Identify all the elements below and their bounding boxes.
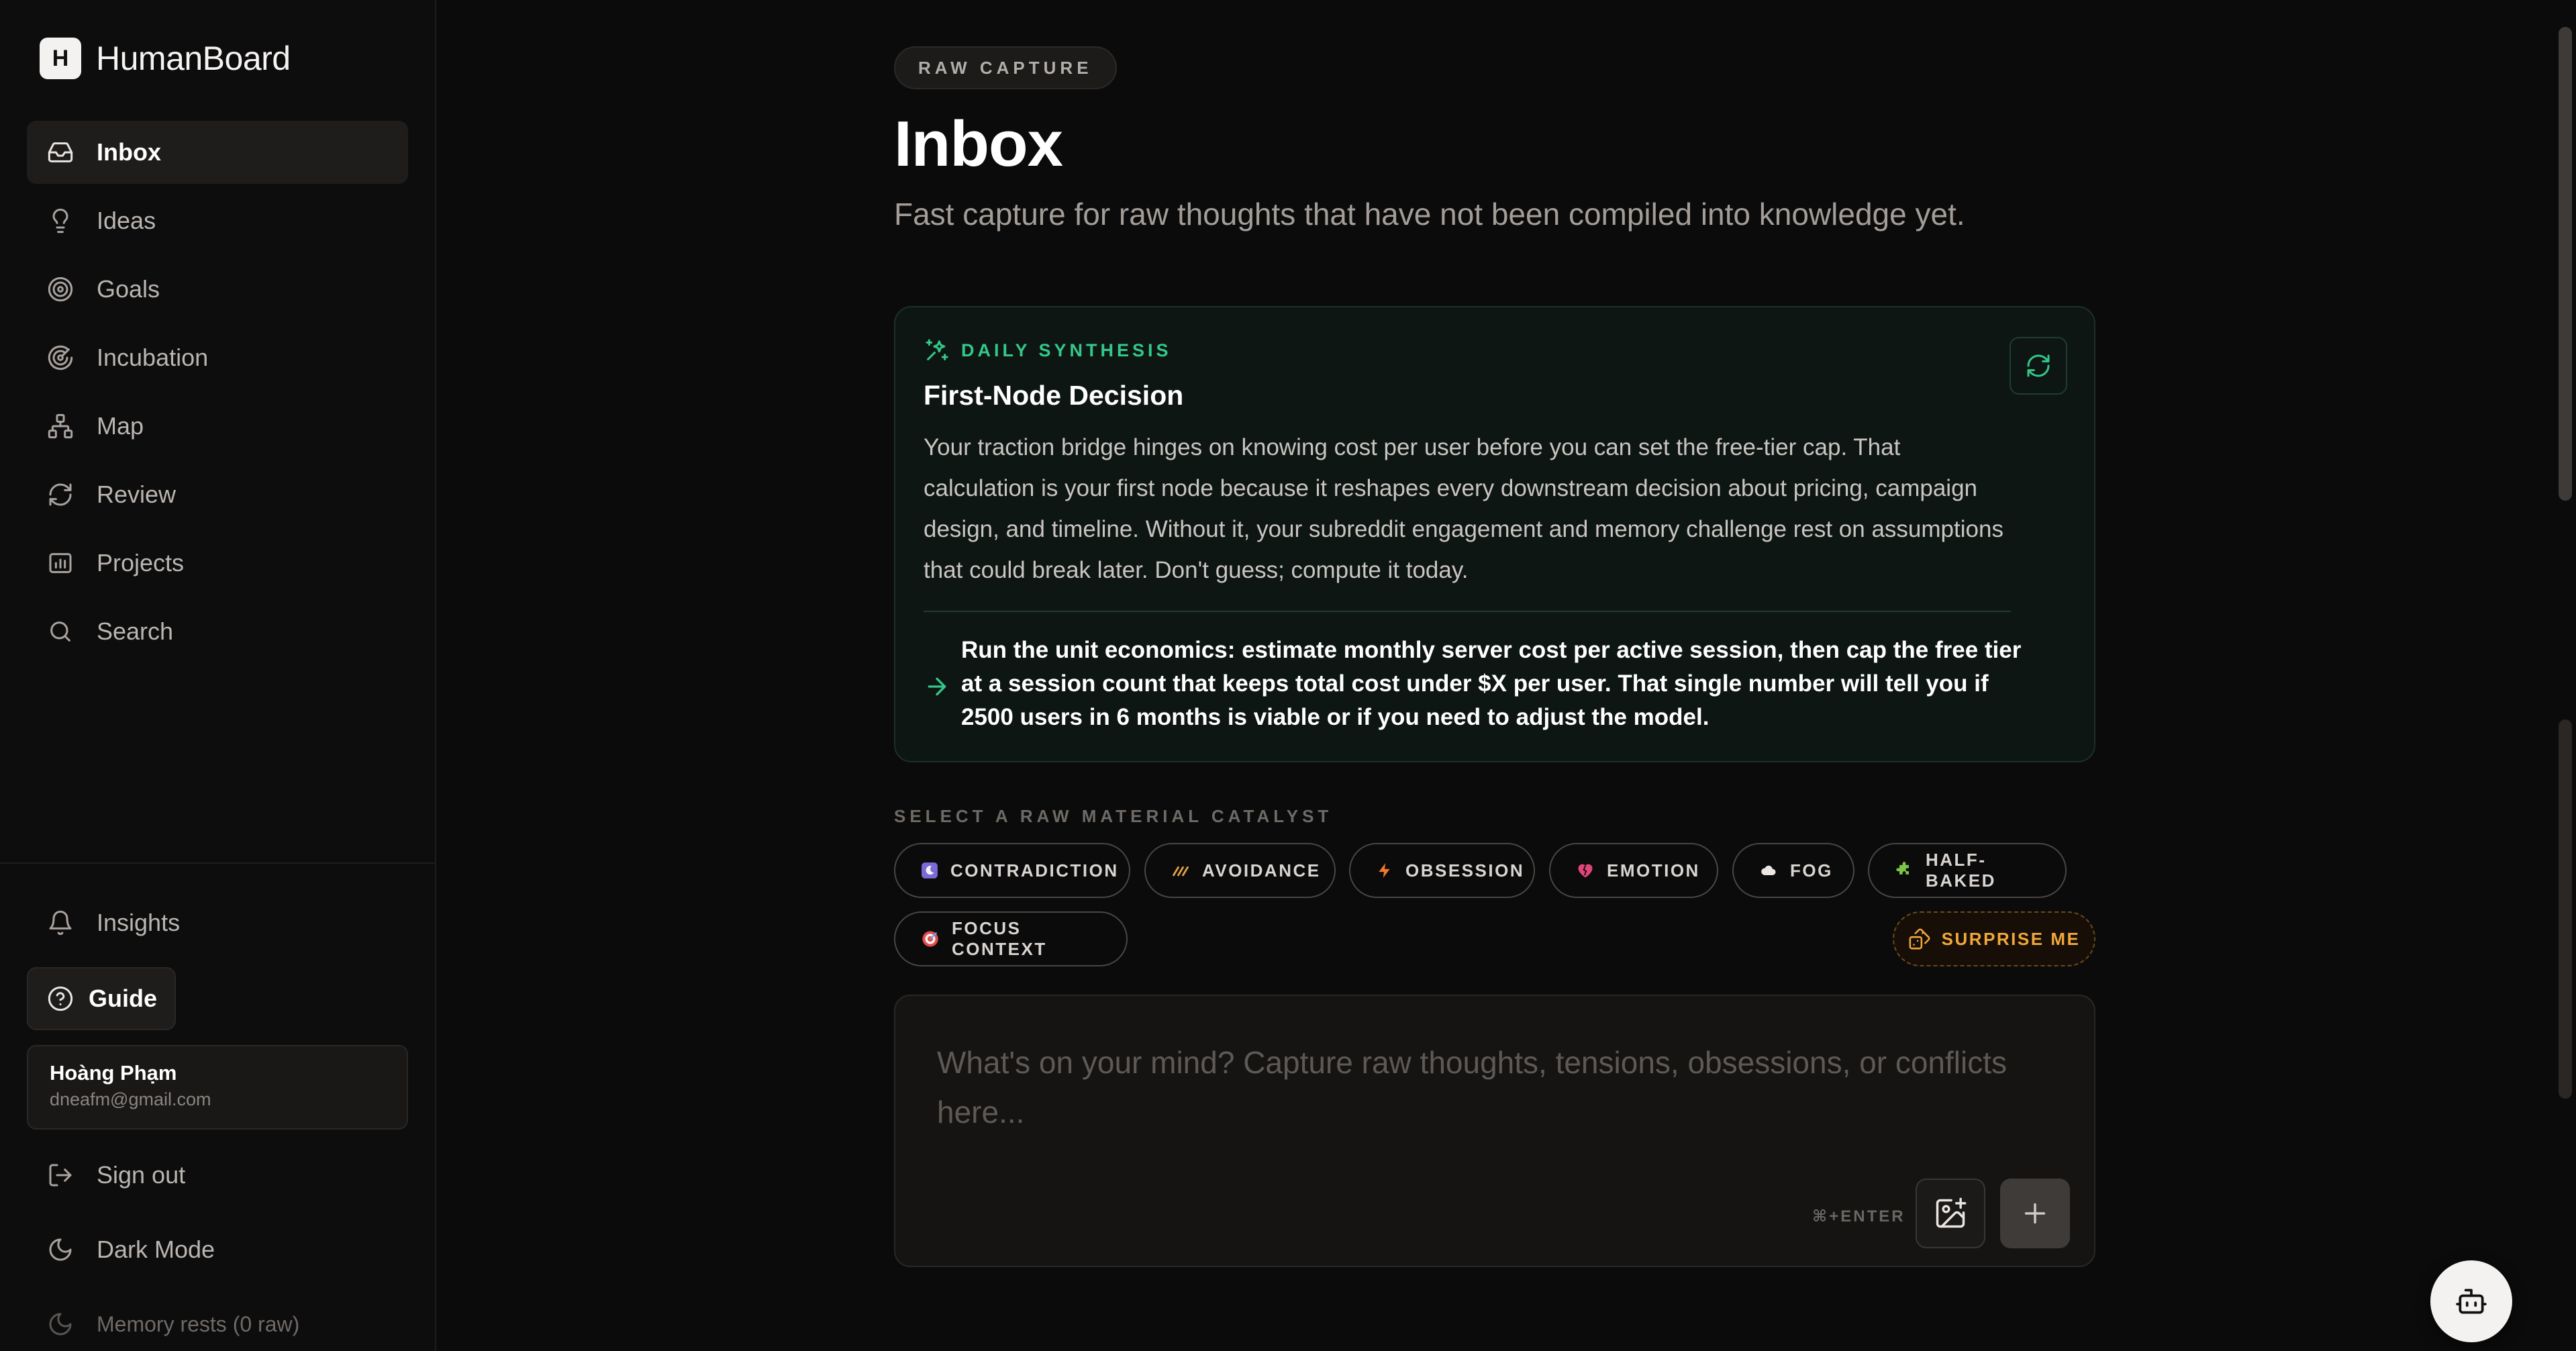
network-icon	[46, 411, 75, 441]
user-name: Hoàng Phạm	[50, 1061, 177, 1085]
assistant-bot-button[interactable]	[2430, 1260, 2512, 1342]
dice-icon	[1909, 928, 1930, 950]
cloud-icon	[1759, 860, 1778, 881]
surprise-me-button[interactable]: SURPRISE ME	[1893, 911, 2095, 966]
search-icon	[46, 617, 75, 646]
sidebar-item-insights[interactable]: Insights	[27, 891, 408, 954]
sidebar: H HumanBoard Inbox Ideas Goals Incubatio…	[0, 0, 436, 1351]
chip-label: FOCUS CONTEXT	[952, 918, 1047, 959]
bullseye-icon	[921, 929, 940, 949]
synthesis-header: DAILY SYNTHESIS	[924, 337, 1172, 364]
brand[interactable]: H HumanBoard	[40, 38, 291, 79]
sidebar-item-goals[interactable]: Goals	[27, 258, 408, 321]
chip-focus-context[interactable]: FOCUS CONTEXT	[894, 911, 1128, 966]
log-out-icon	[46, 1160, 75, 1190]
bot-icon	[2456, 1289, 2487, 1314]
sign-out-button[interactable]: Sign out	[27, 1144, 408, 1207]
synthesis-title: First-Node Decision	[924, 380, 1184, 411]
brand-name: HumanBoard	[96, 40, 291, 77]
folder-chart-icon	[46, 548, 75, 578]
sidebar-item-label: Inbox	[97, 138, 161, 166]
sidebar-item-ideas[interactable]: Ideas	[27, 189, 408, 252]
swerve-icon	[1171, 860, 1190, 881]
chip-contradiction[interactable]: CONTRADICTION	[894, 843, 1130, 898]
chip-label: CONTRADICTION	[950, 860, 1119, 881]
sidebar-item-label: Map	[97, 412, 144, 440]
user-email: dneafm@gmail.com	[50, 1089, 211, 1109]
sidebar-item-label: Goals	[97, 275, 160, 303]
sparkles-icon	[926, 339, 948, 360]
chip-half-baked[interactable]: HALF-BAKED	[1868, 843, 2067, 898]
sign-out-label: Sign out	[97, 1161, 186, 1189]
submit-shortcut-hint: ⌘+ENTER	[1812, 1207, 1905, 1225]
page-subtitle: Fast capture for raw thoughts that have …	[894, 197, 1965, 232]
bolt-icon	[1376, 860, 1393, 881]
sidebar-item-label: Search	[97, 617, 174, 645]
add-capture-button[interactable]	[2000, 1179, 2070, 1248]
lightbulb-icon	[46, 206, 75, 236]
sidebar-item-label: Review	[97, 481, 177, 508]
page-title: Inbox	[894, 108, 1063, 180]
chip-avoidance[interactable]: AVOIDANCE	[1144, 843, 1336, 898]
chip-label: EMOTION	[1607, 860, 1700, 881]
brand-logo: H	[40, 38, 81, 79]
capture-input[interactable]	[937, 1038, 2038, 1172]
attach-image-button[interactable]	[1916, 1179, 1985, 1248]
moon-icon	[921, 860, 938, 881]
memory-label: Memory rests (0 raw)	[97, 1311, 300, 1336]
refresh-synthesis-button[interactable]	[2010, 337, 2067, 395]
sidebar-item-inbox[interactable]: Inbox	[27, 121, 408, 184]
scrollbar-thumb[interactable]	[2559, 27, 2572, 501]
synthesis-label: DAILY SYNTHESIS	[961, 340, 1172, 360]
surprise-label: SURPRISE ME	[1941, 928, 2081, 949]
memory-status: Memory rests (0 raw)	[27, 1293, 408, 1351]
sidebar-item-label: Incubation	[97, 344, 209, 371]
sidebar-divider	[0, 862, 436, 864]
user-card[interactable]: Hoàng Phạm dneafm@gmail.com	[27, 1045, 408, 1130]
radar-icon	[46, 343, 75, 372]
insights-label: Insights	[97, 909, 181, 936]
chip-label: OBSESSION	[1405, 860, 1525, 881]
chip-emotion[interactable]: EMOTION	[1549, 843, 1718, 898]
sidebar-item-projects[interactable]: Projects	[27, 532, 408, 595]
scrollbar-thumb-secondary[interactable]	[2559, 719, 2572, 1099]
synthesis-divider	[924, 611, 2011, 612]
inbox-icon	[46, 138, 75, 167]
bell-icon	[46, 908, 75, 938]
chip-fog[interactable]: FOG	[1732, 843, 1854, 898]
chip-obsession[interactable]: OBSESSION	[1349, 843, 1535, 898]
sidebar-item-map[interactable]: Map	[27, 395, 408, 458]
sidebar-item-review[interactable]: Review	[27, 463, 408, 526]
chip-label: HALF-BAKED	[1926, 850, 1996, 891]
guide-label: Guide	[89, 985, 158, 1012]
sidebar-item-label: Ideas	[97, 207, 156, 234]
image-plus-icon	[1936, 1197, 1967, 1228]
arrow-right-icon	[928, 677, 946, 696]
refresh-icon	[46, 480, 75, 509]
synthesis-action-text: Run the unit economics: estimate monthly…	[961, 637, 2022, 730]
sidebar-item-incubation[interactable]: Incubation	[27, 326, 408, 389]
refresh-icon	[2027, 354, 2050, 377]
broken-heart-icon	[1576, 860, 1595, 881]
puzzle-icon	[1895, 860, 1914, 881]
sidebar-item-search[interactable]: Search	[27, 600, 408, 663]
target-icon	[46, 274, 75, 304]
guide-button[interactable]: Guide	[27, 967, 176, 1030]
dark-mode-label: Dark Mode	[97, 1236, 215, 1263]
daily-synthesis-card: DAILY SYNTHESIS First-Node Decision Your…	[894, 306, 2095, 762]
synthesis-body: Your traction bridge hinges on knowing c…	[924, 434, 2003, 583]
dark-mode-toggle[interactable]: Dark Mode	[27, 1218, 408, 1281]
chip-label: AVOIDANCE	[1202, 860, 1321, 881]
sidebar-item-label: Projects	[97, 549, 185, 577]
chip-label: FOG	[1790, 860, 1833, 881]
plus-icon	[2024, 1203, 2046, 1224]
moon-icon	[46, 1235, 75, 1264]
section-pill: RAW CAPTURE	[894, 46, 1117, 89]
synthesis-action: Run the unit economics: estimate monthly…	[924, 634, 2024, 734]
help-circle-icon	[48, 986, 73, 1011]
catalyst-label: SELECT A RAW MATERIAL CATALYST	[894, 806, 1333, 826]
moon-icon	[46, 1309, 75, 1339]
